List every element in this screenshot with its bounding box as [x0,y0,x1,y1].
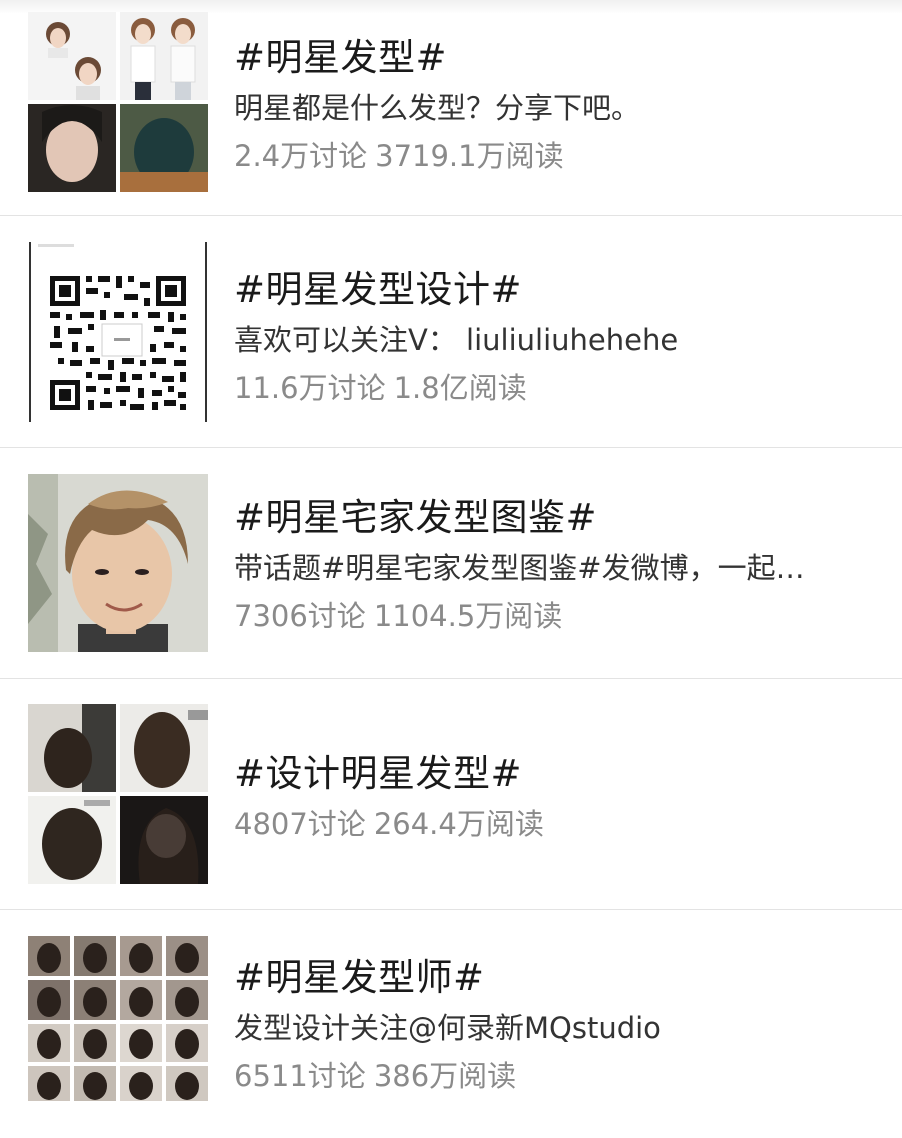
topic-title[interactable]: #明星发型设计# [234,268,872,312]
topic-discussions: 6511讨论 [234,1059,366,1093]
topic-text: #明星宅家发型图鉴# 带话题#明星宅家发型图鉴#发微博，一起… 7306讨论 11… [234,496,872,634]
topic-thumbnail-portrait [28,474,208,652]
topic-thumbnail-qr-code [28,242,208,422]
topic-description: 明星都是什么发型？分享下吧。 [234,91,641,125]
topic-discussions: 2.4万讨论 [234,139,368,173]
topic-text: #明星发型设计# 喜欢可以关注V： liuliuliuhehehe 11.6万讨… [234,268,872,406]
topic-reads: 1.8亿阅读 [393,371,527,405]
topic-item[interactable]: #明星发型设计# 喜欢可以关注V： liuliuliuhehehe 11.6万讨… [0,216,902,446]
topic-stats: 11.6万讨论 1.8亿阅读 [234,370,872,406]
topic-text: #设计明星发型# 4807讨论 264.4万阅读 [234,752,872,842]
topic-title[interactable]: #明星发型# [234,36,872,80]
topic-reads: 3719.1万阅读 [375,139,564,173]
topic-description: 喜欢可以关注V： liuliuliuhehehe [234,323,679,357]
topic-thumbnail-collage [28,704,208,884]
topic-text: #明星发型师# 发型设计关注@何录新MQstudio 6511讨论 386万阅读 [234,956,872,1094]
topic-description: 带话题#明星宅家发型图鉴#发微博，一起… [234,551,805,585]
topic-thumbnail-collage [28,12,208,192]
topic-discussions: 4807讨论 [234,807,366,841]
topic-item[interactable]: #明星发型# 明星都是什么发型？分享下吧。 2.4万讨论 3719.1万阅读 [0,0,902,230]
topic-reads: 386万阅读 [373,1059,517,1093]
topic-stats: 4807讨论 264.4万阅读 [234,806,872,842]
topic-text: #明星发型# 明星都是什么发型？分享下吧。 2.4万讨论 3719.1万阅读 [234,36,872,174]
topic-stats: 2.4万讨论 3719.1万阅读 [234,138,872,174]
topic-discussions: 11.6万讨论 [234,371,386,405]
topic-stats: 6511讨论 386万阅读 [234,1058,872,1094]
topic-thumbnail-grid [28,936,208,1101]
topic-item[interactable]: #明星宅家发型图鉴# 带话题#明星宅家发型图鉴#发微博，一起… 7306讨论 11… [0,448,902,678]
topic-item[interactable]: #明星发型师# 发型设计关注@何录新MQstudio 6511讨论 386万阅读 [0,908,902,1138]
topic-discussions: 7306讨论 [234,599,366,633]
topic-description: 发型设计关注@何录新MQstudio [234,1011,661,1045]
topic-item[interactable]: #设计明星发型# 4807讨论 264.4万阅读 [0,678,902,908]
topic-reads: 264.4万阅读 [373,807,544,841]
topic-title[interactable]: #明星宅家发型图鉴# [234,496,872,540]
topic-title[interactable]: #设计明星发型# [234,752,872,796]
topic-title[interactable]: #明星发型师# [234,956,872,1000]
topic-reads: 1104.5万阅读 [373,599,563,633]
topic-stats: 7306讨论 1104.5万阅读 [234,598,872,634]
